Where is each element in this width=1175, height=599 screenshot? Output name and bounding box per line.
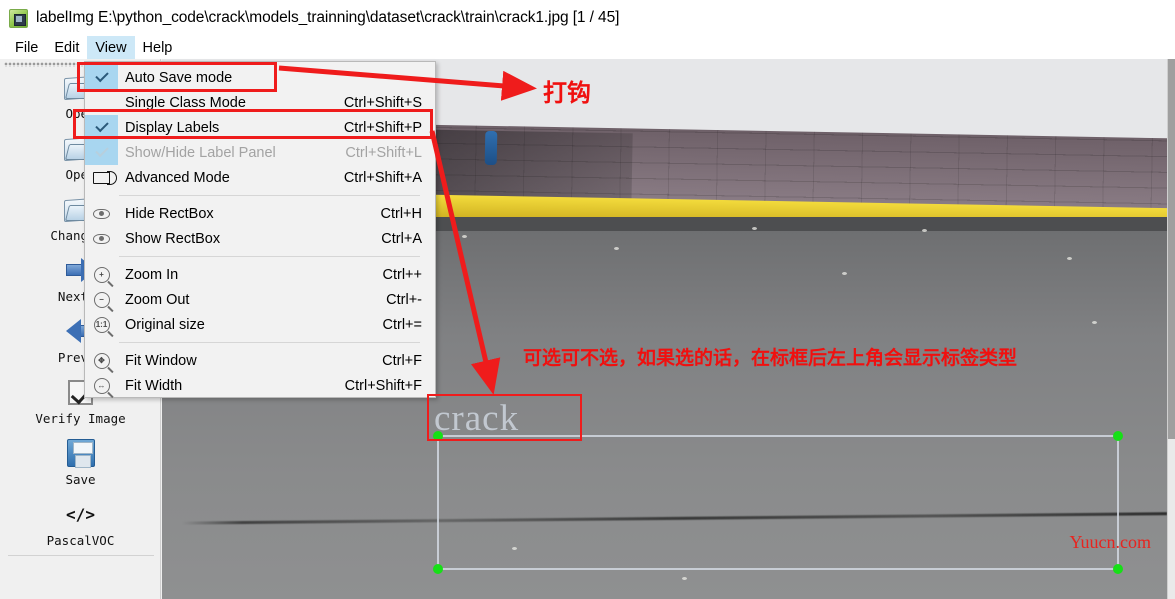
tag-icon xyxy=(85,165,118,190)
menu-item-fit-window[interactable]: ✥ Fit Window Ctrl+F xyxy=(85,348,435,373)
bbox-handle-bottom-left[interactable] xyxy=(433,564,443,574)
toolbar-save[interactable]: Save xyxy=(0,435,160,487)
toolbar-format[interactable]: </> PascalVOC xyxy=(0,496,160,549)
annotation-bounding-box[interactable] xyxy=(433,431,1123,574)
menu-item-show-rectbox-label: Show RectBox xyxy=(125,230,221,247)
menu-item-hide-rectbox[interactable]: Hide RectBox Ctrl+H xyxy=(85,201,435,226)
toolbar-verify-image-label: Verify Image xyxy=(35,411,126,426)
save-floppy-icon xyxy=(66,435,95,471)
menu-item-zoom-out[interactable]: − Zoom Out Ctrl+- xyxy=(85,287,435,312)
zoom-original-icon: 1:1 xyxy=(85,312,118,337)
annotation-highlight-crack-label xyxy=(427,394,582,441)
blue-object xyxy=(484,130,498,166)
labelimg-app-icon xyxy=(9,8,28,28)
menu-separator-3 xyxy=(119,342,420,343)
menu-item-advanced-mode[interactable]: Advanced Mode Ctrl+Shift+A xyxy=(85,165,435,190)
menu-item-fit-width-shortcut: Ctrl+Shift+F xyxy=(344,377,422,394)
eye-icon xyxy=(85,201,118,226)
menu-item-advanced-mode-label: Advanced Mode xyxy=(125,169,230,186)
fit-width-icon: ↔ xyxy=(85,373,118,398)
menu-item-original-size-label: Original size xyxy=(125,316,205,333)
menu-item-zoom-out-shortcut: Ctrl+- xyxy=(386,291,422,308)
watermark-text: Yuucn.com xyxy=(1069,532,1151,552)
annotation-note-1: 打钩 xyxy=(543,79,591,107)
eye-icon xyxy=(85,226,118,251)
menu-item-hide-rectbox-shortcut: Ctrl+H xyxy=(380,205,423,222)
menu-item-zoom-in-shortcut: Ctrl++ xyxy=(382,266,423,283)
menu-item-hide-rectbox-label: Hide RectBox xyxy=(125,205,214,222)
menu-item-fit-width[interactable]: ↔ Fit Width Ctrl+Shift+F xyxy=(85,373,435,398)
vertical-scrollbar[interactable] xyxy=(1167,59,1175,599)
bbox-handle-bottom-right[interactable] xyxy=(1113,564,1123,574)
menu-item-advanced-mode-shortcut: Ctrl+Shift+A xyxy=(343,169,422,186)
menu-item-fit-width-label: Fit Width xyxy=(125,377,183,394)
menu-item-fit-window-shortcut: Ctrl+F xyxy=(382,352,422,369)
menu-item-fit-window-label: Fit Window xyxy=(125,352,197,369)
menu-item-original-size[interactable]: 1:1 Original size Ctrl+= xyxy=(85,312,435,337)
menu-file[interactable]: File xyxy=(7,36,46,59)
menu-view[interactable]: View xyxy=(87,36,135,59)
menu-separator-1 xyxy=(119,195,420,196)
menu-item-show-hide-label-panel-shortcut: Ctrl+Shift+L xyxy=(345,144,422,161)
window-title: labelImg E:\python_code\crack\models_tra… xyxy=(36,9,620,26)
menu-bar: File Edit View Help xyxy=(0,36,1175,59)
menu-item-zoom-in[interactable]: + Zoom In Ctrl++ xyxy=(85,262,435,287)
menu-item-show-hide-label-panel: Show/Hide Label Panel Ctrl+Shift+L xyxy=(85,140,435,165)
bbox-handle-top-right[interactable] xyxy=(1113,431,1123,441)
menu-item-show-rectbox[interactable]: Show RectBox Ctrl+A xyxy=(85,226,435,251)
menu-item-show-hide-label-panel-label: Show/Hide Label Panel xyxy=(125,144,276,161)
toolbar-save-label: Save xyxy=(65,472,96,487)
check-icon xyxy=(85,140,118,165)
code-format-icon: </> xyxy=(66,504,95,524)
menu-separator-2 xyxy=(119,256,420,257)
menu-item-zoom-in-label: Zoom In xyxy=(125,266,179,283)
menu-item-original-size-shortcut: Ctrl+= xyxy=(382,316,423,333)
menu-edit[interactable]: Edit xyxy=(46,36,87,59)
zoom-out-icon: − xyxy=(85,287,118,312)
annotation-note-2: 可选可不选，如果选的话，在标框后左上角会显示标签类型 xyxy=(523,347,1018,369)
menu-item-zoom-out-label: Zoom Out xyxy=(125,291,190,308)
annotation-highlight-auto-save xyxy=(77,62,277,92)
window-title-bar: labelImg E:\python_code\crack\models_tra… xyxy=(0,0,1175,36)
menu-item-show-rectbox-shortcut: Ctrl+A xyxy=(381,230,422,247)
annotation-highlight-display-labels xyxy=(73,109,433,139)
scrollbar-thumb[interactable] xyxy=(1168,59,1175,439)
menu-help[interactable]: Help xyxy=(135,36,181,59)
fit-window-icon: ✥ xyxy=(85,348,118,373)
toolbar-separator xyxy=(8,555,154,556)
toolbar-format-label: PascalVOC xyxy=(46,533,115,548)
zoom-in-icon: + xyxy=(85,262,118,287)
